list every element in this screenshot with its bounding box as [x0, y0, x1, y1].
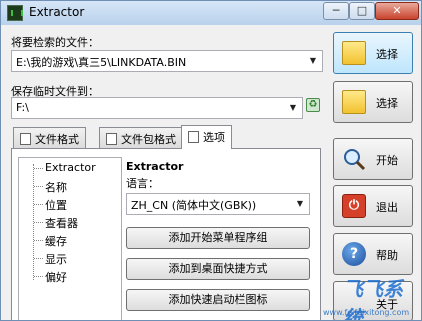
options-panel: Extractor 名称 位置 查看器 缓存 显示 偏好 Extractor 语… — [11, 148, 321, 320]
chevron-down-icon[interactable]: ▼ — [307, 55, 319, 67]
start-button[interactable]: 开始 — [333, 138, 413, 180]
watermark-logo: 飞飞系统 — [343, 277, 403, 321]
source-file-combo[interactable]: E:\我的游戏\真三5\LINKDATA.BIN ▼ — [11, 50, 323, 72]
temp-folder-value: F:\ — [16, 101, 29, 114]
add-start-menu-button[interactable]: 添加开始菜单程序组 — [126, 227, 310, 249]
language-label: 语言： — [126, 177, 159, 190]
add-quick-launch-button[interactable]: 添加快速启动栏图标 — [126, 289, 310, 311]
extractor-window: Extractor ─ □ ✕ 将要检索的文件： E:\我的游戏\真三5\LIN… — [0, 0, 422, 321]
title-bar[interactable]: Extractor ─ □ ✕ — [1, 1, 421, 25]
help-icon: ? — [342, 242, 366, 266]
exit-button[interactable]: ⏻ 退出 — [333, 185, 413, 227]
tab-package-format[interactable]: 文件包格式 — [99, 127, 183, 148]
tab-file-format-label: 文件格式 — [35, 133, 79, 146]
select-source-button[interactable]: 选择 — [333, 32, 413, 74]
select-source-label: 选择 — [376, 48, 398, 61]
minimize-button[interactable]: ─ — [323, 2, 349, 20]
tab-options-label: 选项 — [203, 131, 225, 144]
document-icon — [20, 133, 31, 145]
source-file-value: E:\我的游戏\真三5\LINKDATA.BIN — [16, 56, 187, 69]
language-value: ZH_CN (简体中文(GBK)) — [131, 199, 257, 212]
temp-folder-combo[interactable]: F:\ ▼ — [11, 97, 303, 119]
maximize-button[interactable]: □ — [349, 2, 375, 20]
select-temp-label: 选择 — [376, 97, 398, 110]
tab-options[interactable]: 选项 — [181, 125, 232, 149]
app-icon — [7, 5, 23, 21]
tree-item-name[interactable]: 名称 — [34, 179, 67, 195]
chevron-down-icon[interactable]: ▼ — [294, 198, 306, 210]
close-button[interactable]: ✕ — [375, 2, 419, 20]
add-desktop-shortcut-button[interactable]: 添加到桌面快捷方式 — [126, 258, 310, 280]
options-icon — [188, 131, 199, 143]
package-icon — [106, 133, 117, 145]
chevron-down-icon[interactable]: ▼ — [287, 102, 299, 114]
tab-file-format[interactable]: 文件格式 — [13, 127, 86, 148]
settings-tabs: 文件格式 文件包格式 选项 Extractor 名称 位置 查看器 缓存 显示 … — [11, 125, 321, 320]
folder-open-icon — [342, 41, 366, 65]
help-button[interactable]: ? 帮助 — [333, 233, 413, 275]
select-temp-button[interactable]: 选择 — [333, 81, 413, 123]
tab-package-format-label: 文件包格式 — [121, 133, 176, 146]
tree-item-preferences[interactable]: 偏好 — [34, 269, 67, 285]
tree-item-location[interactable]: 位置 — [34, 197, 67, 213]
tree-item-cache[interactable]: 缓存 — [34, 233, 67, 249]
source-file-label: 将要检索的文件： — [11, 36, 99, 49]
exit-icon: ⏻ — [342, 194, 366, 218]
start-label: 开始 — [376, 154, 398, 167]
recycle-icon[interactable]: ♻ — [306, 98, 320, 112]
watermark-url: www.feifeixitong.com — [323, 308, 410, 317]
tree-item-viewer[interactable]: 查看器 — [34, 215, 78, 231]
magnifier-icon — [344, 149, 366, 171]
exit-label: 退出 — [376, 201, 398, 214]
language-select[interactable]: ZH_CN (简体中文(GBK)) ▼ — [126, 193, 310, 215]
options-tree[interactable]: Extractor 名称 位置 查看器 缓存 显示 偏好 — [18, 157, 122, 320]
folder-icon — [342, 90, 366, 114]
window-title: Extractor — [29, 5, 85, 19]
help-label: 帮助 — [376, 249, 398, 262]
tree-item-extractor[interactable]: Extractor — [34, 161, 96, 174]
tree-item-display[interactable]: 显示 — [34, 251, 67, 267]
options-group-title: Extractor — [126, 160, 184, 173]
